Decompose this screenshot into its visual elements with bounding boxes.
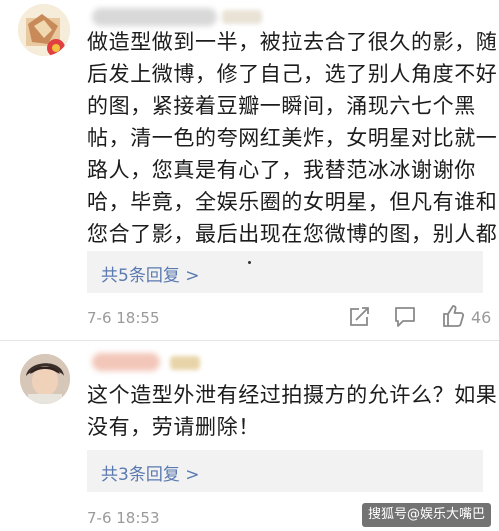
- comment-text: 这个造型外泄有经过拍摄方的允许么？如果 没有，劳请删除！: [87, 379, 498, 443]
- timestamp: 7-6 18:55: [87, 309, 160, 327]
- comment-1: 做造型做到一半，被拉去合了很久的影，随 后发上微博，修了自己，选了别人角度不好 …: [0, 0, 499, 340]
- comment-line: 帖，清一色的夸网红美炸，女明星对比就一: [87, 126, 498, 150]
- like-count: 46: [471, 308, 492, 327]
- share-icon[interactable]: [348, 306, 372, 332]
- watermark: 搜狐号@娱乐大嘴巴: [361, 503, 491, 527]
- reply-box: 共5条回复 >: [87, 251, 483, 293]
- comment-line: 做造型做到一半，被拉去合了很久的影，随: [87, 30, 498, 54]
- comment-line: 您合了影，最后出现在您微博的图，别人都…: [87, 222, 499, 246]
- comment-icon[interactable]: [393, 306, 417, 332]
- scroll-dot: [248, 261, 251, 264]
- avatar-image: [20, 354, 70, 404]
- thumbs-up-icon[interactable]: [441, 304, 465, 332]
- comment-line: 这个造型外泄有经过拍摄方的允许么？如果: [87, 383, 498, 407]
- timestamp: 7-6 18:53: [87, 509, 160, 527]
- view-replies-link[interactable]: 共3条回复 >: [101, 460, 199, 485]
- username-blurred[interactable]: [92, 353, 160, 371]
- comment-line: 路人，您真是有心了，我替范冰冰谢谢你: [87, 158, 476, 182]
- comment-line: 哈，毕竟，全娱乐圈的女明星，但凡有谁和: [87, 190, 498, 214]
- comment-line: 后发上微博，修了自己，选了别人角度不好: [87, 62, 498, 86]
- avatar[interactable]: [20, 354, 70, 404]
- vip-badge: [170, 356, 200, 370]
- avatar-image: [18, 4, 70, 56]
- username-blurred[interactable]: [92, 8, 217, 26]
- view-replies-link[interactable]: 共5条回复 >: [101, 261, 199, 286]
- vip-badge: [222, 10, 262, 24]
- comment-text: 做造型做到一半，被拉去合了很久的影，随 后发上微博，修了自己，选了别人角度不好 …: [87, 26, 499, 250]
- reply-box: 共3条回复 >: [87, 450, 483, 492]
- avatar[interactable]: [18, 4, 70, 56]
- comment-line: 没有，劳请删除！: [87, 415, 260, 439]
- comment-line: 的图，紧接着豆瓣一瞬间，涌现六七个黑: [87, 94, 476, 118]
- comments-page: 做造型做到一半，被拉去合了很久的影，随 后发上微博，修了自己，选了别人角度不好 …: [0, 0, 499, 531]
